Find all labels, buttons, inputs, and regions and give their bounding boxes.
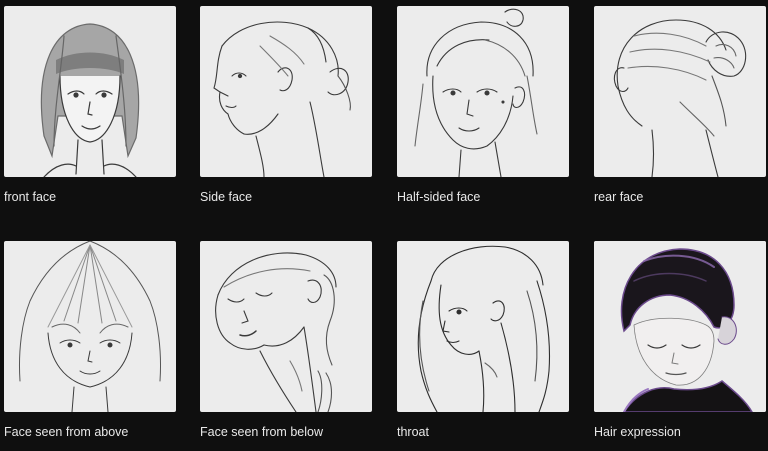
gallery-card-face-seen-from-above[interactable]: Face seen from above	[4, 241, 176, 440]
gallery-card-label: throat	[397, 425, 429, 439]
gallery-card-hair-expression[interactable]: Hair expression	[594, 241, 766, 440]
front-face-sketch	[4, 6, 176, 177]
gallery-card-label: Side face	[200, 190, 253, 204]
throat-sketch	[397, 241, 569, 412]
rear-face-sketch	[594, 6, 766, 177]
hair-expression-painting	[594, 241, 766, 412]
gallery-card-label: Face seen from above	[4, 425, 129, 439]
half-sided-face-sketch	[397, 6, 569, 177]
gallery-card-label: Face seen from below	[200, 425, 323, 439]
pose-gallery: front face Side face Half-sided face rea…	[0, 0, 768, 451]
face-from-above-sketch	[4, 241, 176, 412]
gallery-card-throat[interactable]: throat	[397, 241, 569, 440]
gallery-card-label: Half-sided face	[397, 190, 481, 204]
gallery-card-side-face[interactable]: Side face	[200, 6, 372, 205]
gallery-card-label: front face	[4, 190, 57, 204]
gallery-card-front-face[interactable]: front face	[4, 6, 176, 205]
face-from-below-sketch	[200, 241, 372, 412]
gallery-card-half-sided-face[interactable]: Half-sided face	[397, 6, 569, 205]
gallery-card-face-seen-from-below[interactable]: Face seen from below	[200, 241, 372, 440]
gallery-card-label: Hair expression	[594, 425, 681, 439]
side-face-sketch	[200, 6, 372, 177]
gallery-card-rear-face[interactable]: rear face	[594, 6, 766, 205]
gallery-card-label: rear face	[594, 190, 644, 204]
